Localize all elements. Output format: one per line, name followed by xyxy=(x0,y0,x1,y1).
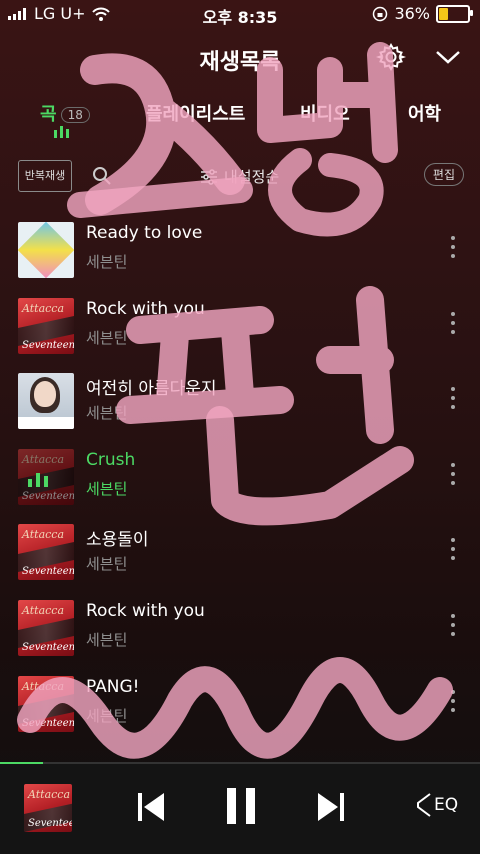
page-title: 재생목록 xyxy=(199,50,281,75)
sort-label: 내설정순 xyxy=(224,168,280,186)
song-row[interactable]: Attacca Seventeen Rock with you 세븐틴 xyxy=(0,297,480,362)
song-row[interactable]: Ready to love 세븐틴 xyxy=(0,222,480,286)
tab-playlists[interactable]: 플레이리스트 xyxy=(146,100,245,126)
song-title: 여전히 아름다운지 xyxy=(86,379,217,400)
album-art xyxy=(18,373,74,430)
album-art-title: Attacca xyxy=(22,301,65,315)
now-playing-album-art[interactable]: Attacca Seventeen xyxy=(24,784,72,832)
song-artist: 세븐틴 xyxy=(86,555,128,574)
album-art-title: Attacca xyxy=(28,788,71,801)
more-options-icon[interactable] xyxy=(450,236,456,262)
song-row[interactable]: Attacca Seventeen Crush 세븐틴 xyxy=(0,448,480,513)
song-artist: 세븐틴 xyxy=(86,631,128,649)
album-art-artist: Seventeen xyxy=(28,818,72,829)
album-art-artist: Seventeen xyxy=(22,642,74,653)
status-bar: LG U+ 오후 8:35 36% xyxy=(0,0,480,30)
album-art: Attacca Seventeen xyxy=(18,524,74,581)
song-count-badge: 18 xyxy=(60,107,90,123)
album-art: Attacca Seventeen xyxy=(18,297,74,354)
song-row[interactable]: Attacca Seventeen PANG! 세븐틴 xyxy=(0,675,480,740)
playback-progress[interactable] xyxy=(0,762,480,764)
more-options-icon[interactable] xyxy=(450,462,456,489)
song-artist: 세븐틴 xyxy=(86,706,128,725)
battery-icon xyxy=(436,4,473,23)
album-art-artist: Seventeen xyxy=(22,566,74,578)
tab-bar: 곡 18 플레이리스트 비디오 어학 xyxy=(0,96,480,136)
gear-icon[interactable] xyxy=(376,42,406,72)
song-artist: 세븐틴 xyxy=(86,479,128,498)
more-options-icon[interactable] xyxy=(450,538,456,564)
album-art: Attacca Seventeen xyxy=(18,600,74,656)
song-title: Rock with you xyxy=(86,601,205,621)
album-art-title: Attacca xyxy=(22,452,65,466)
song-title: 소용돌이 xyxy=(86,530,149,551)
speaker-icon xyxy=(417,793,431,817)
album-art-artist: Seventeen xyxy=(22,339,74,351)
skip-previous-icon[interactable] xyxy=(136,790,166,824)
pause-icon[interactable] xyxy=(224,786,258,826)
list-toolbar: 반복재생 내설정순 편집 xyxy=(0,160,480,194)
more-options-icon[interactable] xyxy=(450,311,456,338)
sort-selector[interactable]: 내설정순 xyxy=(200,166,279,187)
album-art-artist: Seventeen xyxy=(22,490,74,502)
tab-songs[interactable]: 곡 18 xyxy=(40,100,90,126)
search-icon[interactable] xyxy=(92,166,112,186)
repeat-button[interactable]: 반복재생 xyxy=(18,160,72,192)
song-artist: 세븐틴 xyxy=(86,404,128,423)
playlist-header: 재생목록 xyxy=(0,38,480,78)
song-title: Ready to love xyxy=(86,223,203,243)
battery-percent: 36% xyxy=(394,4,430,23)
eq-label: EQ xyxy=(434,795,459,815)
song-title: Crush xyxy=(86,449,136,470)
filter-icon xyxy=(201,168,217,185)
status-right: 36% xyxy=(372,4,473,23)
song-artist: 세븐틴 xyxy=(86,328,128,347)
tab-videos[interactable]: 비디오 xyxy=(300,100,350,126)
album-art-title: Attacca xyxy=(22,528,65,542)
more-options-icon[interactable] xyxy=(450,614,456,640)
song-title: Rock with you xyxy=(86,298,205,319)
song-artist: 세븐틴 xyxy=(86,253,128,271)
album-art-artist: Seventeen xyxy=(22,717,74,729)
song-row[interactable]: 여전히 아름다운지세븐틴 xyxy=(0,373,480,437)
now-playing-icon xyxy=(28,471,48,487)
song-row[interactable]: Attacca Seventeen Rock with you 세븐틴 xyxy=(0,600,480,664)
edit-button[interactable]: 편집 xyxy=(423,163,464,186)
eq-button[interactable]: EQ xyxy=(414,792,458,818)
album-art-title: Attacca xyxy=(22,604,65,617)
mini-player: Attacca Seventeen EQ xyxy=(0,762,480,854)
song-row[interactable]: Attacca Seventeen 소용돌이세븐틴 xyxy=(0,524,480,588)
more-options-icon[interactable] xyxy=(450,689,456,716)
song-title: PANG! xyxy=(86,676,140,697)
skip-next-icon[interactable] xyxy=(316,790,346,824)
album-art xyxy=(18,222,74,278)
tab-language[interactable]: 어학 xyxy=(408,100,441,126)
album-art: Attacca Seventeen xyxy=(18,675,74,732)
more-options-icon[interactable] xyxy=(450,387,456,413)
chevron-down-icon[interactable] xyxy=(434,46,462,68)
album-art-title: Attacca xyxy=(22,679,65,693)
rotation-lock-icon xyxy=(373,6,388,21)
tab-songs-label: 곡 xyxy=(40,104,57,125)
active-tab-indicator-icon xyxy=(54,126,69,138)
